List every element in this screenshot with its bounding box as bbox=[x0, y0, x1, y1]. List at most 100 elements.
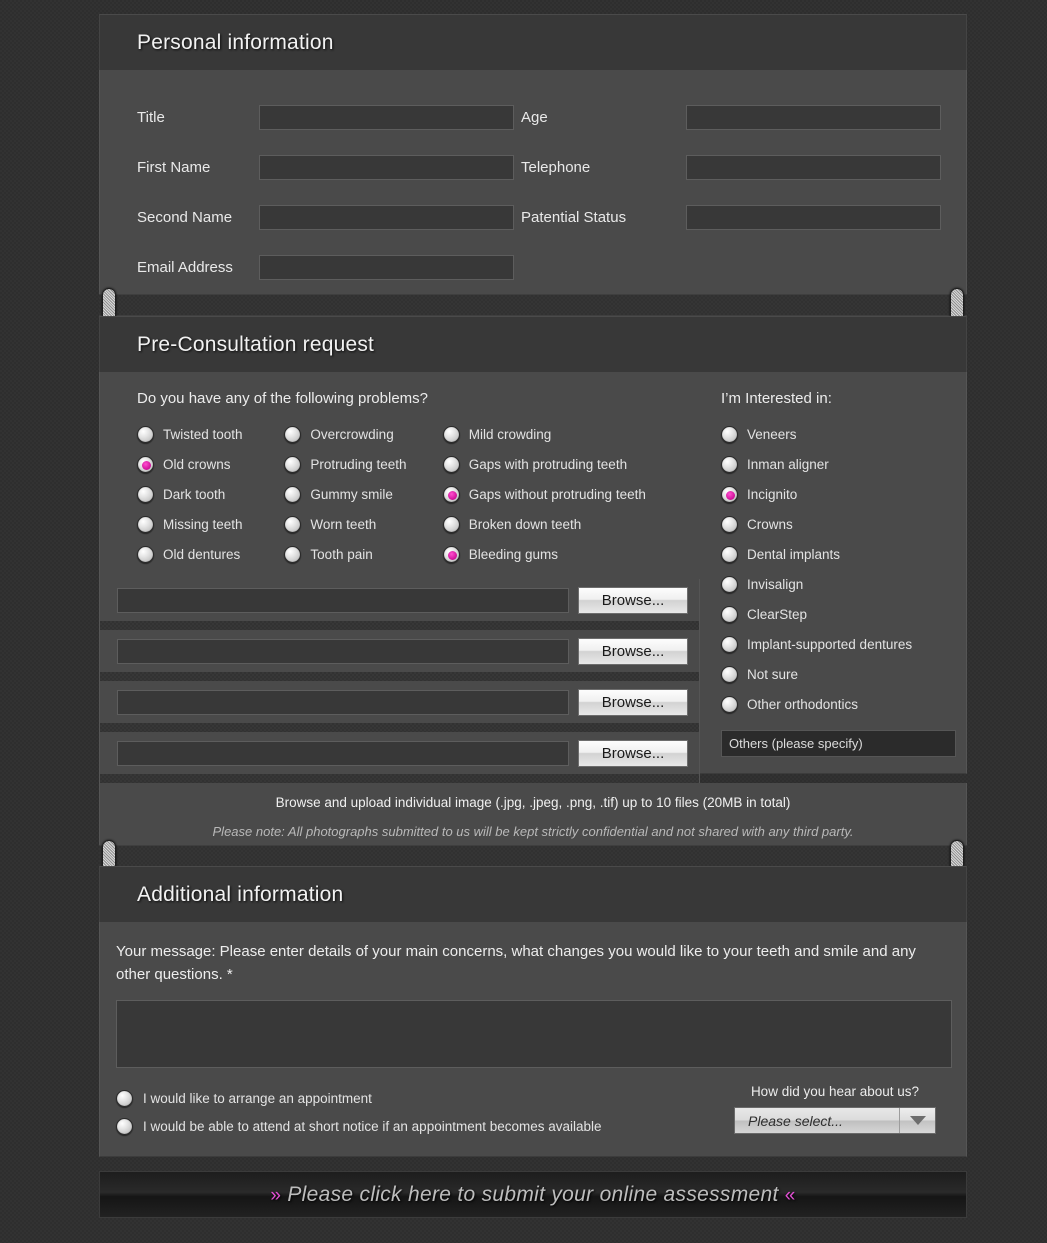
radio-circle-icon[interactable] bbox=[721, 665, 738, 683]
first-name-input[interactable] bbox=[259, 154, 514, 180]
radio-broken-down-teeth[interactable]: Broken down teeth bbox=[442, 509, 700, 539]
field-row-title: Title bbox=[137, 92, 521, 142]
field-row-age: Age bbox=[521, 92, 941, 142]
title-input[interactable] bbox=[259, 104, 514, 130]
upload-separator-2 bbox=[99, 672, 700, 681]
field-row-second-name: Second Name bbox=[137, 192, 521, 242]
radio-circle-icon[interactable] bbox=[442, 455, 460, 473]
radio-circle-icon[interactable] bbox=[284, 545, 302, 563]
radio-circle-icon[interactable] bbox=[721, 515, 738, 533]
radio-circle-icon[interactable] bbox=[721, 605, 738, 623]
radio-circle-icon[interactable] bbox=[442, 515, 460, 533]
radio-incignito[interactable]: Incignito bbox=[721, 479, 966, 509]
email-input[interactable] bbox=[259, 254, 514, 280]
label-first-name: First Name bbox=[137, 158, 211, 176]
radio-circle-icon[interactable] bbox=[442, 545, 460, 563]
radio-invisalign[interactable]: Invisalign bbox=[721, 569, 966, 599]
radio-circle-icon[interactable] bbox=[284, 515, 302, 533]
radio-circle-icon[interactable] bbox=[284, 485, 302, 503]
browse-button-2[interactable]: Browse... bbox=[578, 637, 688, 665]
double-chevron-left-icon: » bbox=[270, 1184, 282, 1206]
radio-label: Worn teeth bbox=[310, 516, 377, 532]
radio-missing-teeth[interactable]: Missing teeth bbox=[137, 509, 284, 539]
chevron-down-icon[interactable] bbox=[899, 1108, 935, 1133]
radio-bleeding-gums[interactable]: Bleeding gums bbox=[442, 539, 700, 569]
upload-separator-1 bbox=[99, 621, 700, 630]
radio-label: Dental implants bbox=[747, 546, 841, 562]
field-row-telephone: Telephone bbox=[521, 142, 941, 192]
radio-circle-icon[interactable] bbox=[137, 485, 154, 503]
patential-status-input[interactable] bbox=[686, 204, 941, 230]
radio-circle-icon[interactable] bbox=[116, 1089, 133, 1107]
radio-not-sure[interactable]: Not sure bbox=[721, 659, 966, 689]
message-textarea[interactable] bbox=[116, 1000, 952, 1068]
radio-inman-aligner[interactable]: Inman aligner bbox=[721, 449, 966, 479]
radio-label: Other orthodontics bbox=[747, 696, 859, 712]
others-specify-input[interactable] bbox=[721, 730, 956, 757]
upload-path-input-3[interactable] bbox=[117, 689, 569, 715]
radio-gaps-without-protruding-teeth[interactable]: Gaps without protruding teeth bbox=[442, 479, 700, 509]
browse-button-1[interactable]: Browse... bbox=[578, 586, 688, 614]
radio-circle-icon[interactable] bbox=[721, 695, 738, 713]
radio-circle-icon[interactable] bbox=[284, 425, 302, 443]
radio-circle-icon[interactable] bbox=[721, 455, 738, 473]
radio-label: Tooth pain bbox=[310, 546, 373, 562]
telephone-input[interactable] bbox=[686, 154, 941, 180]
radio-dental-implants[interactable]: Dental implants bbox=[721, 539, 966, 569]
radio-protruding-teeth[interactable]: Protruding teeth bbox=[284, 449, 442, 479]
radio-circle-icon[interactable] bbox=[442, 425, 460, 443]
radio-circle-icon[interactable] bbox=[137, 455, 154, 473]
radio-veneers[interactable]: Veneers bbox=[721, 419, 966, 449]
browse-button-3[interactable]: Browse... bbox=[578, 688, 688, 716]
radio-circle-icon[interactable] bbox=[284, 455, 302, 473]
pre-consultation-header: Pre-Consultation request bbox=[99, 316, 967, 372]
radio-circle-icon[interactable] bbox=[116, 1117, 133, 1135]
radio-arrange-appointment[interactable]: I would like to arrange an appointment bbox=[116, 1084, 602, 1112]
problems-column-1: Twisted tooth Old crowns Dark tooth Miss… bbox=[137, 419, 284, 569]
radio-implant-supported-dentures[interactable]: Implant-supported dentures bbox=[721, 629, 966, 659]
radio-other-orthodontics[interactable]: Other orthodontics bbox=[721, 689, 966, 719]
radio-label: Overcrowding bbox=[310, 426, 394, 442]
radio-circle-icon[interactable] bbox=[442, 485, 460, 503]
radio-label: Veneers bbox=[747, 426, 797, 442]
radio-old-crowns[interactable]: Old crowns bbox=[137, 449, 284, 479]
submit-label: Please click here to submit your online … bbox=[287, 1182, 779, 1206]
radio-twisted-tooth[interactable]: Twisted tooth bbox=[137, 419, 284, 449]
upload-separator-3 bbox=[99, 723, 700, 732]
radio-overcrowding[interactable]: Overcrowding bbox=[284, 419, 442, 449]
radio-circle-icon[interactable] bbox=[137, 545, 154, 563]
radio-short-notice[interactable]: I would be able to attend at short notic… bbox=[116, 1112, 602, 1140]
radio-worn-teeth[interactable]: Worn teeth bbox=[284, 509, 442, 539]
radio-circle-icon[interactable] bbox=[137, 425, 154, 443]
upload-path-input-4[interactable] bbox=[117, 740, 569, 766]
radio-dark-tooth[interactable]: Dark tooth bbox=[137, 479, 284, 509]
radio-gummy-smile[interactable]: Gummy smile bbox=[284, 479, 442, 509]
upload-path-input-2[interactable] bbox=[117, 638, 569, 664]
submit-assessment-button[interactable]: » Please click here to submit your onlin… bbox=[99, 1171, 967, 1218]
radio-circle-icon[interactable] bbox=[721, 575, 738, 593]
radio-circle-icon[interactable] bbox=[137, 515, 154, 533]
radio-circle-icon[interactable] bbox=[721, 425, 738, 443]
pre-consultation-title: Pre-Consultation request bbox=[137, 332, 375, 356]
radio-old-dentures[interactable]: Old dentures bbox=[137, 539, 284, 569]
label-telephone: Telephone bbox=[521, 158, 591, 176]
upload-path-input-1[interactable] bbox=[117, 587, 569, 613]
radio-circle-icon[interactable] bbox=[721, 545, 738, 563]
radio-circle-icon[interactable] bbox=[721, 635, 738, 653]
age-input[interactable] bbox=[686, 104, 941, 130]
hear-about-us-select[interactable]: Please select... bbox=[734, 1107, 936, 1134]
radio-circle-icon[interactable] bbox=[721, 485, 738, 503]
radio-label: Gaps without protruding teeth bbox=[468, 486, 646, 502]
label-patential-status: Patential Status bbox=[521, 208, 627, 226]
radio-label: Missing teeth bbox=[163, 516, 243, 532]
radio-mild-crowding[interactable]: Mild crowding bbox=[442, 419, 700, 449]
radio-tooth-pain[interactable]: Tooth pain bbox=[284, 539, 442, 569]
second-name-input[interactable] bbox=[259, 204, 514, 230]
radio-label: Mild crowding bbox=[468, 426, 552, 442]
radio-gaps-with-protruding-teeth[interactable]: Gaps with protruding teeth bbox=[442, 449, 700, 479]
radio-label: Bleeding gums bbox=[468, 546, 559, 562]
radio-crowns[interactable]: Crowns bbox=[721, 509, 966, 539]
upload-row-4: Browse... bbox=[99, 732, 700, 774]
radio-clearstep[interactable]: ClearStep bbox=[721, 599, 966, 629]
browse-button-4[interactable]: Browse... bbox=[578, 739, 688, 767]
